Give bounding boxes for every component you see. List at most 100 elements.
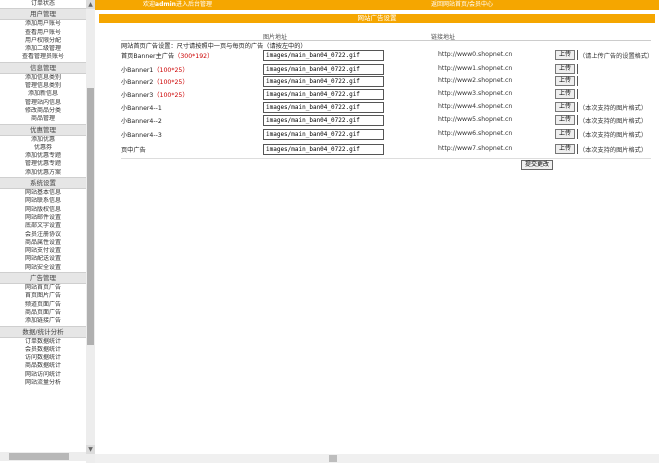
- sidebar-group-title[interactable]: 信息管理: [0, 61, 86, 74]
- upload-button[interactable]: 上传: [555, 89, 575, 99]
- scroll-up-arrow-icon[interactable]: ▲: [86, 0, 95, 9]
- upload-button[interactable]: 上传: [555, 50, 575, 60]
- sidebar-item[interactable]: 添加用户账号: [0, 20, 86, 28]
- sidebar-item[interactable]: 用户权限分配: [0, 37, 86, 45]
- sidebar-item[interactable]: 访问数据统计: [0, 354, 86, 362]
- ad-position-label: 小Banner1（100*25）: [121, 65, 189, 74]
- sidebar-item[interactable]: 添加优惠专题: [0, 152, 86, 160]
- sidebar-item[interactable]: 优惠券: [0, 144, 86, 152]
- sidebar-item[interactable]: 网站流量分析: [0, 379, 86, 387]
- upload-button[interactable]: 上传: [555, 115, 575, 125]
- image-path-input[interactable]: [263, 64, 384, 75]
- divider: [577, 115, 578, 125]
- upload-button[interactable]: 上传: [555, 76, 575, 86]
- sidebar-item[interactable]: 管理优惠专题: [0, 160, 86, 168]
- link-url[interactable]: http://www6.shopnet.cn: [438, 130, 512, 137]
- ad-position-label: 首页Banner主广告（300*192）: [121, 51, 213, 60]
- scrollbar-thumb[interactable]: [329, 455, 337, 462]
- sidebar-group-title[interactable]: 数据/统计分析: [0, 325, 86, 338]
- sidebar-vertical-scrollbar[interactable]: ▲ ▼: [86, 0, 95, 463]
- image-path-input[interactable]: [263, 89, 384, 100]
- sidebar-item[interactable]: 添加二级管理: [0, 45, 86, 53]
- sidebar-item[interactable]: 商品数据统计: [0, 362, 86, 370]
- sidebar-item[interactable]: 添加信息类别: [0, 74, 86, 82]
- ad-name: 页中广告: [121, 147, 146, 154]
- ad-size: （100*25）: [153, 79, 189, 86]
- main-frame: 欢迎admin进入后台管理 返回网站首页/会员中心 网站广告设置 图片地址 链接…: [95, 0, 659, 463]
- ad-name: 小Banner3: [121, 92, 154, 99]
- sidebar-item[interactable]: 底部文字设置: [0, 222, 86, 230]
- upload-button[interactable]: 上传: [555, 144, 575, 154]
- link-url[interactable]: http://www4.shopnet.cn: [438, 103, 512, 110]
- ad-position-label: 小Banner4--1: [121, 103, 162, 112]
- link-url[interactable]: http://www5.shopnet.cn: [438, 116, 512, 123]
- image-path-input[interactable]: [263, 144, 384, 155]
- sidebar-item[interactable]: 添加优惠方案: [0, 169, 86, 177]
- welcome-prefix: 欢迎: [143, 1, 156, 8]
- sidebar-item[interactable]: 网站安全设置: [0, 264, 86, 272]
- sidebar-item[interactable]: 订单数据统计: [0, 338, 86, 346]
- sidebar-item[interactable]: 网站基本信息: [0, 189, 86, 197]
- sidebar-item[interactable]: 网站访问统计: [0, 371, 86, 379]
- sidebar-item[interactable]: 添加链接广告: [0, 317, 86, 325]
- sidebar-item[interactable]: 管理站内信息: [0, 99, 86, 107]
- sidebar-horizontal-scrollbar[interactable]: [0, 452, 86, 461]
- image-path-input[interactable]: [263, 50, 384, 61]
- sidebar-group-title[interactable]: 广告管理: [0, 272, 86, 285]
- sidebar-item[interactable]: 首页图片广告: [0, 292, 86, 300]
- ad-position-label: 小Banner2（100*25）: [121, 77, 189, 86]
- image-path-input[interactable]: [263, 129, 384, 140]
- sidebar-item[interactable]: 会员注册协议: [0, 231, 86, 239]
- ad-name: 小Banner2: [121, 79, 154, 86]
- sidebar-item[interactable]: 网站支付设置: [0, 247, 86, 255]
- member-center-link[interactable]: 返回网站首页/会员中心: [431, 0, 493, 10]
- upload-button[interactable]: 上传: [555, 129, 575, 139]
- welcome-suffix: 进入后台管理: [175, 1, 212, 8]
- sidebar-item[interactable]: 会员数据统计: [0, 346, 86, 354]
- sidebar-group-title[interactable]: 用户管理: [0, 8, 86, 21]
- scroll-down-arrow-icon[interactable]: ▼: [86, 445, 95, 454]
- link-url[interactable]: http://www3.shopnet.cn: [438, 90, 512, 97]
- sidebar-item[interactable]: 查看用户账号: [0, 29, 86, 37]
- sidebar-item[interactable]: 添加优惠: [0, 136, 86, 144]
- ad-row: 首页Banner主广告（300*192） http://www0.shopnet.…: [121, 50, 653, 61]
- image-path-input[interactable]: [263, 115, 384, 126]
- sidebar-item[interactable]: 网站联系信息: [0, 197, 86, 205]
- main-horizontal-scrollbar[interactable]: [95, 454, 659, 463]
- sidebar-item[interactable]: 频道页面广告: [0, 301, 86, 309]
- format-note: （本次支持的图片格式）: [579, 105, 648, 112]
- sidebar-group-title[interactable]: 优惠管理: [0, 123, 86, 136]
- scrollbar-thumb[interactable]: [87, 88, 94, 345]
- image-path-input[interactable]: [263, 76, 384, 87]
- image-path-input[interactable]: [263, 102, 384, 113]
- link-url[interactable]: http://www2.shopnet.cn: [438, 77, 512, 84]
- sidebar-menu: 订单状态 用户管理 添加用户账号 查看用户账号 用户权限分配 添加二级管理 查看管理员账号…: [0, 0, 86, 463]
- sidebar-item[interactable]: 网站首页广告: [0, 284, 86, 292]
- scrollbar-thumb[interactable]: [9, 453, 69, 460]
- upload-button[interactable]: 上传: [555, 102, 575, 112]
- sidebar-item[interactable]: 添加新信息: [0, 90, 86, 98]
- sidebar-item[interactable]: 商品属性设置: [0, 239, 86, 247]
- ad-row: 小Banner4--3 http://www6.shopnet.cn 上传 （本次支持…: [121, 129, 651, 140]
- upload-button[interactable]: 上传: [555, 64, 575, 74]
- sidebar-group-title[interactable]: 系统设置: [0, 177, 86, 190]
- sidebar-item[interactable]: 查看管理员账号: [0, 53, 86, 61]
- save-changes-button[interactable]: 提交更改: [521, 160, 554, 170]
- sidebar-item[interactable]: 网站邮件设置: [0, 214, 86, 222]
- sidebar-item-order-status[interactable]: 订单状态: [0, 0, 86, 8]
- sidebar-item[interactable]: 商品页面广告: [0, 309, 86, 317]
- ad-row: 页中广告 http://www7.shopnet.cn 上传 （本次支持的图片格式）: [121, 144, 651, 155]
- link-url[interactable]: http://www7.shopnet.cn: [438, 145, 512, 152]
- ad-name: 首页Banner主广告: [121, 53, 175, 60]
- sidebar-item[interactable]: 修改商品分类: [0, 107, 86, 115]
- sidebar-item[interactable]: 商品管理: [0, 115, 86, 123]
- page-title: 网站广告设置: [99, 14, 655, 23]
- sidebar-item[interactable]: 管理信息类别: [0, 82, 86, 90]
- link-url[interactable]: http://www0.shopnet.cn: [438, 51, 512, 58]
- ad-size: （100*25）: [153, 92, 189, 99]
- sidebar-item[interactable]: 网站版权信息: [0, 206, 86, 214]
- divider: [577, 50, 578, 60]
- sidebar-item[interactable]: 网站配送设置: [0, 255, 86, 263]
- link-url[interactable]: http://www1.shopnet.cn: [438, 65, 512, 72]
- ad-row: 小Banner4--2 http://www5.shopnet.cn 上传 （本次支持…: [121, 115, 651, 126]
